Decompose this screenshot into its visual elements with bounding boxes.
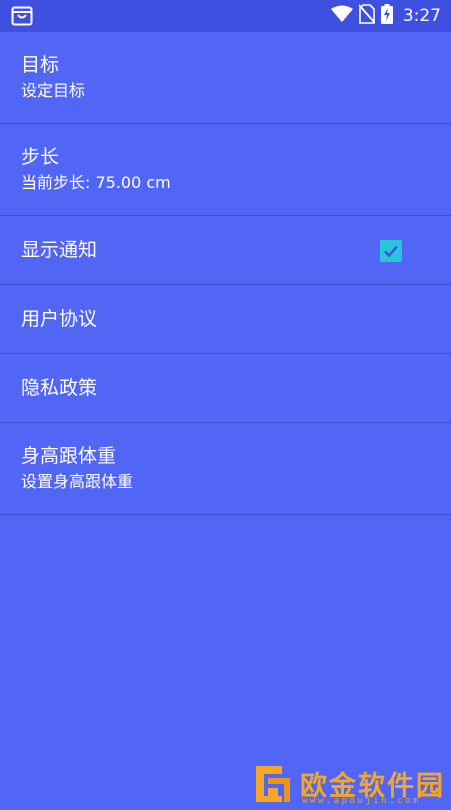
notification-checkbox[interactable] bbox=[380, 240, 402, 262]
setting-title: 身高跟体重 bbox=[21, 445, 117, 467]
setting-title: 步长 bbox=[21, 146, 60, 168]
setting-title: 隐私政策 bbox=[21, 377, 98, 399]
no-sim-icon bbox=[358, 4, 376, 28]
checkmark-icon bbox=[384, 245, 398, 258]
setting-height-weight[interactable]: 身高跟体重 设置身高跟体重 bbox=[0, 423, 451, 515]
setting-privacy-policy[interactable]: 隐私政策 bbox=[0, 354, 451, 423]
setting-user-agreement[interactable]: 用户协议 bbox=[0, 285, 451, 354]
status-bar: 3:27 bbox=[0, 0, 451, 32]
settings-list: 目标 设定目标 步长 当前步长: 75.00 cm 显示通知 用户协议 隐私政策… bbox=[0, 32, 451, 515]
setting-title: 目标 bbox=[21, 54, 60, 76]
watermark: 欧金软件园 www.apoujin.com bbox=[250, 758, 450, 810]
setting-subtitle: 设置身高跟体重 bbox=[21, 472, 134, 491]
battery-charging-icon bbox=[380, 4, 393, 28]
setting-step-length[interactable]: 步长 当前步长: 75.00 cm bbox=[0, 124, 451, 216]
setting-show-notification[interactable]: 显示通知 bbox=[0, 216, 451, 285]
setting-title: 用户协议 bbox=[21, 308, 98, 330]
setting-subtitle: 当前步长: 75.00 cm bbox=[21, 173, 171, 192]
setting-goal[interactable]: 目标 设定目标 bbox=[0, 32, 451, 124]
status-time: 3:27 bbox=[402, 6, 441, 26]
shopping-bag-icon bbox=[11, 5, 33, 27]
watermark-url: www.apoujin.com bbox=[302, 796, 421, 806]
wifi-icon bbox=[330, 5, 353, 27]
setting-subtitle: 设定目标 bbox=[21, 81, 86, 100]
setting-title: 显示通知 bbox=[21, 239, 98, 261]
status-icons: 3:27 bbox=[330, 0, 441, 32]
watermark-logo-icon bbox=[256, 766, 290, 802]
